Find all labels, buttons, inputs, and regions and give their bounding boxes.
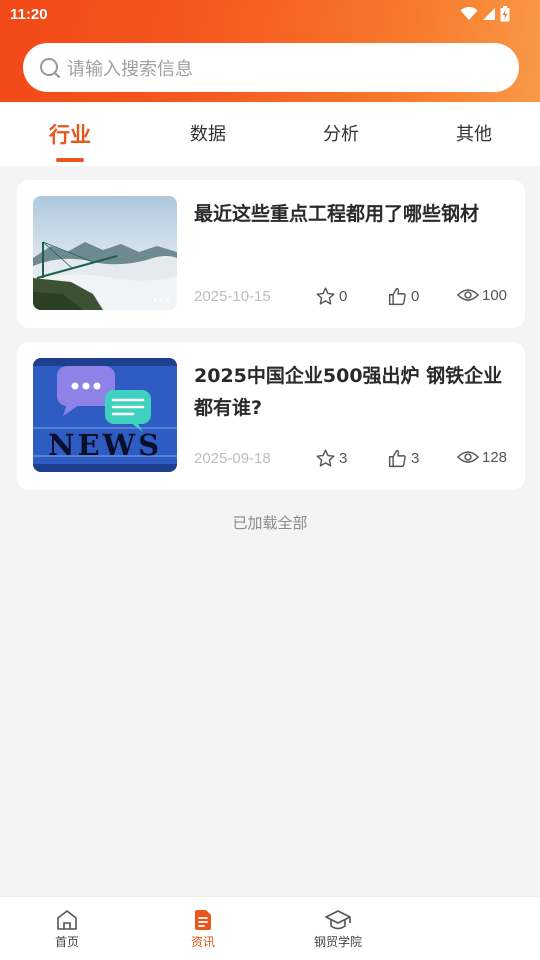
thumbnail-news-text: NEWS <box>48 428 162 462</box>
nav-home[interactable]: 首页 <box>55 909 79 950</box>
document-icon <box>194 910 211 930</box>
home-icon <box>57 910 77 930</box>
view-count: 128 <box>457 448 507 466</box>
nav-academy-label: 钢贸学院 <box>313 935 363 949</box>
star-icon <box>316 287 335 305</box>
list-end-message: 已加载全部 <box>232 514 308 532</box>
view-count-value: 100 <box>482 286 508 304</box>
tab-industry[interactable]: 行业 <box>49 119 91 149</box>
view-count: 100 <box>457 286 507 304</box>
signal-icon <box>483 8 495 20</box>
article-date: 2025-09-18 <box>194 450 271 467</box>
tab-data[interactable]: 数据 <box>190 120 226 146</box>
nav-news-label: 资讯 <box>190 935 216 949</box>
active-tab-indicator <box>56 158 84 162</box>
tab-other[interactable]: 其他 <box>456 120 492 146</box>
favorite-count-value: 0 <box>339 288 348 305</box>
article-card[interactable]: NEWS 2025中国企业500强出炉 钢铁企业都有谁? 2025-09-18 … <box>17 342 525 490</box>
like-count[interactable]: 0 <box>387 286 419 307</box>
status-icons <box>460 6 510 22</box>
thumbs-up-icon <box>388 287 406 306</box>
article-thumbnail-news: NEWS <box>33 358 177 472</box>
tab-analysis[interactable]: 分析 <box>323 120 359 146</box>
nav-news[interactable]: 资讯 <box>191 909 215 950</box>
nav-home-label: 首页 <box>54 935 80 949</box>
favorite-count-value: 3 <box>339 450 348 467</box>
category-tabs: 行业 数据 分析 其他 <box>0 102 540 166</box>
wifi-icon <box>460 7 478 20</box>
bottom-navigation: 首页 资讯 钢贸学院 <box>0 896 540 960</box>
search-input[interactable]: 请输入搜索信息 <box>23 43 519 92</box>
graduation-cap-icon <box>325 910 351 930</box>
article-title: 2025中国企业500强出炉 钢铁企业都有谁? <box>194 365 503 419</box>
thumbs-up-icon <box>388 449 406 468</box>
eye-icon <box>457 451 479 463</box>
like-count[interactable]: 3 <box>387 448 419 469</box>
article-title: 最近这些重点工程都用了哪些钢材 <box>194 203 480 225</box>
nav-academy[interactable]: 钢贸学院 <box>314 909 362 950</box>
search-placeholder: 请输入搜索信息 <box>67 58 193 80</box>
eye-icon <box>457 289 479 301</box>
status-time: 11:20 <box>10 6 48 23</box>
view-count-value: 128 <box>482 448 508 466</box>
favorite-count[interactable]: 3 <box>315 448 347 469</box>
favorite-count[interactable]: 0 <box>315 286 347 307</box>
status-bar: 11:20 <box>0 0 540 30</box>
star-icon <box>316 449 335 467</box>
battery-icon <box>500 6 510 22</box>
like-count-value: 0 <box>411 288 420 305</box>
article-date: 2025-10-15 <box>194 288 271 305</box>
like-count-value: 3 <box>411 450 420 467</box>
article-thumbnail-bridge <box>33 196 177 310</box>
article-card[interactable]: 最近这些重点工程都用了哪些钢材 2025-10-15 0 0 100 <box>17 180 525 328</box>
search-icon <box>40 57 60 78</box>
header: 11:20 请输入搜索信息 <box>0 0 540 102</box>
